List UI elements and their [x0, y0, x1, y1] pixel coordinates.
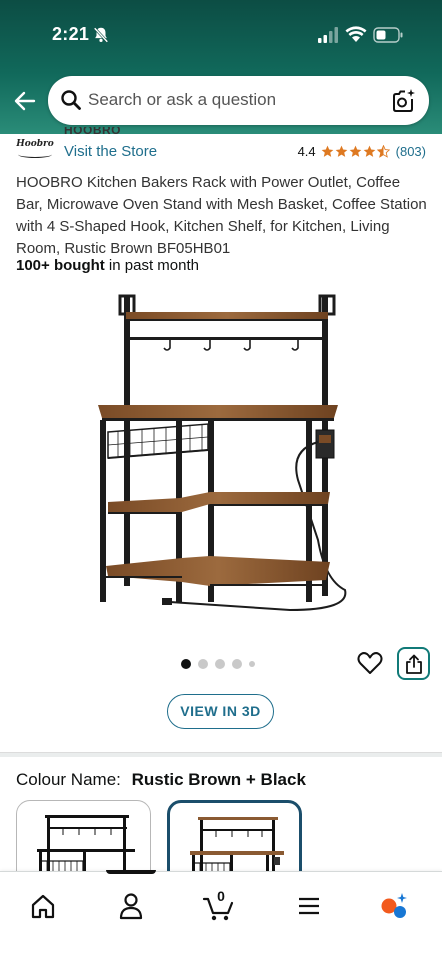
wifi-icon: [345, 26, 367, 42]
search-icon: [61, 90, 81, 110]
cart-count: 0: [217, 888, 225, 904]
rating-count: (803): [395, 144, 426, 159]
home-icon[interactable]: [23, 886, 63, 926]
carousel-dot[interactable]: [215, 659, 225, 669]
menu-icon[interactable]: [289, 886, 329, 926]
cart-button[interactable]: 0: [199, 886, 239, 926]
account-icon[interactable]: [111, 886, 151, 926]
purchase-count-rest: in past month: [104, 257, 199, 274]
carousel-dot-active[interactable]: [181, 659, 191, 669]
search-input[interactable]: [88, 87, 378, 113]
star-icon: [335, 145, 347, 157]
colour-selector-label: Colour Name: Rustic Brown + Black: [16, 770, 306, 790]
search-bar[interactable]: [48, 76, 429, 125]
status-time: 2:21: [52, 24, 90, 44]
signal-icon: [318, 27, 338, 43]
purchase-count: 100+ bought in past month: [16, 257, 199, 274]
purchase-count-bold: 100+ bought: [16, 257, 105, 274]
section-divider: [0, 752, 442, 757]
status-bar: 2:21: [0, 0, 442, 70]
brand-name: HOOBRO: [64, 127, 121, 136]
heart-icon[interactable]: [356, 649, 384, 677]
camera-search-icon[interactable]: [391, 88, 417, 114]
product-title: HOOBRO Kitchen Bakers Rack with Power Ou…: [16, 174, 427, 257]
battery-icon: [373, 27, 403, 43]
view-in-3d-button[interactable]: VIEW IN 3D: [167, 694, 274, 729]
rating-summary[interactable]: 4.4 (803): [298, 144, 426, 159]
star-icon: [349, 145, 361, 157]
brand-logo[interactable]: Hoobro: [16, 132, 54, 160]
carousel-dot[interactable]: [232, 659, 242, 669]
star-icon: [321, 145, 333, 157]
carousel-dot[interactable]: [249, 661, 255, 667]
product-image[interactable]: [90, 290, 352, 620]
star-rating: [321, 145, 390, 158]
half-star-icon: [376, 145, 390, 158]
share-button[interactable]: [397, 647, 430, 680]
colour-selected-value: Rustic Brown + Black: [131, 770, 306, 789]
rufus-assistant-icon[interactable]: [375, 886, 415, 926]
rating-value: 4.4: [297, 144, 316, 159]
active-tab-indicator: [106, 870, 156, 874]
carousel-dot[interactable]: [198, 659, 208, 669]
bottom-navigation: 0: [0, 870, 442, 960]
colour-label: Colour Name:: [16, 770, 121, 789]
visit-store-link[interactable]: Visit the Store: [64, 143, 157, 160]
app-header: 2:21: [0, 0, 442, 134]
star-icon: [363, 145, 375, 157]
share-icon: [406, 654, 422, 674]
back-arrow-icon[interactable]: [12, 88, 38, 114]
bell-off-icon: [93, 27, 109, 43]
image-carousel-dots[interactable]: [181, 659, 255, 669]
mesh-basket: [107, 423, 209, 459]
